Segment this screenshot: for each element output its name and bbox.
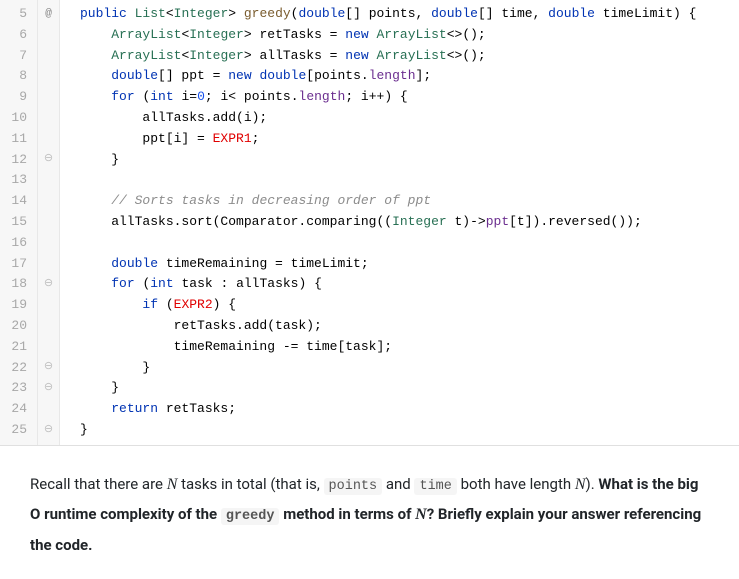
line-number: 12 (0, 150, 31, 171)
marker-empty (38, 191, 59, 212)
marker-empty (38, 46, 59, 67)
inline-code-time: time (414, 478, 456, 495)
code-line: return retTasks; (80, 399, 739, 420)
question-part: tasks in total (that is, (177, 475, 323, 493)
code-editor: 5678910111213141516171819202122232425 @ ⊖… (0, 0, 739, 446)
marker-empty (38, 337, 59, 358)
code-line: if (EXPR2) { (80, 295, 739, 316)
fold-marker-gutter: @⊖⊖⊖⊖⊖ (38, 0, 60, 445)
line-number: 11 (0, 129, 31, 150)
code-line (80, 170, 739, 191)
fold-icon[interactable]: ⊖ (38, 358, 59, 379)
marker-empty (38, 87, 59, 108)
question-part: Recall that there are (30, 475, 167, 493)
marker-empty (38, 129, 59, 150)
line-number: 21 (0, 337, 31, 358)
marker-empty (38, 316, 59, 337)
code-line: timeRemaining -= time[task]; (80, 337, 739, 358)
line-number: 10 (0, 108, 31, 129)
fold-icon[interactable]: ⊖ (38, 420, 59, 441)
code-line: double[] ppt = new double[points.length]… (80, 66, 739, 87)
line-number: 17 (0, 254, 31, 275)
code-line: } (80, 150, 739, 171)
marker-empty (38, 295, 59, 316)
line-number: 14 (0, 191, 31, 212)
line-number: 20 (0, 316, 31, 337)
line-number: 25 (0, 420, 31, 441)
code-content: public List<Integer> greedy(double[] poi… (60, 0, 739, 445)
inline-code-greedy: greedy (221, 508, 280, 525)
marker-empty (38, 170, 59, 191)
code-line: allTasks.sort(Comparator.comparing((Inte… (80, 212, 739, 233)
line-number: 8 (0, 66, 31, 87)
code-line: allTasks.add(i); (80, 108, 739, 129)
marker-empty (38, 66, 59, 87)
math-variable-n: N (575, 476, 586, 493)
code-line: retTasks.add(task); (80, 316, 739, 337)
code-line: for (int task : allTasks) { (80, 274, 739, 295)
marker-empty (38, 399, 59, 420)
question-text: Recall that there are N tasks in total (… (0, 446, 739, 579)
code-line: for (int i=0; i< points.length; i++) { (80, 87, 739, 108)
line-number: 5 (0, 4, 31, 25)
question-part: both have length (457, 475, 575, 493)
question-part: and (382, 475, 414, 493)
line-number: 15 (0, 212, 31, 233)
inline-code-points: points (324, 478, 383, 495)
code-line: ArrayList<Integer> retTasks = new ArrayL… (80, 25, 739, 46)
code-line: double timeRemaining = timeLimit; (80, 254, 739, 275)
marker-empty (38, 233, 59, 254)
line-number: 19 (0, 295, 31, 316)
line-number: 23 (0, 378, 31, 399)
math-variable-n: N (415, 506, 427, 523)
code-line: // Sorts tasks in decreasing order of pp… (80, 191, 739, 212)
marker-empty (38, 25, 59, 46)
marker-empty (38, 108, 59, 129)
line-number: 16 (0, 233, 31, 254)
line-number: 9 (0, 87, 31, 108)
line-number: 13 (0, 170, 31, 191)
marker-empty (38, 254, 59, 275)
line-number: 7 (0, 46, 31, 67)
fold-icon[interactable]: ⊖ (38, 274, 59, 295)
question-part: ). (586, 475, 599, 493)
marker-empty (38, 212, 59, 233)
fold-icon[interactable]: ⊖ (38, 378, 59, 399)
code-line: } (80, 378, 739, 399)
math-variable-n: N (167, 476, 178, 493)
code-line: } (80, 420, 739, 441)
code-line: } (80, 358, 739, 379)
fold-icon[interactable]: ⊖ (38, 150, 59, 171)
line-number: 24 (0, 399, 31, 420)
code-line (80, 233, 739, 254)
code-line: ppt[i] = EXPR1; (80, 129, 739, 150)
line-number-gutter: 5678910111213141516171819202122232425 (0, 0, 38, 445)
line-number: 18 (0, 274, 31, 295)
annotation-marker[interactable]: @ (38, 4, 59, 25)
code-line: public List<Integer> greedy(double[] poi… (80, 4, 739, 25)
line-number: 6 (0, 25, 31, 46)
code-line: ArrayList<Integer> allTasks = new ArrayL… (80, 46, 739, 67)
line-number: 22 (0, 358, 31, 379)
